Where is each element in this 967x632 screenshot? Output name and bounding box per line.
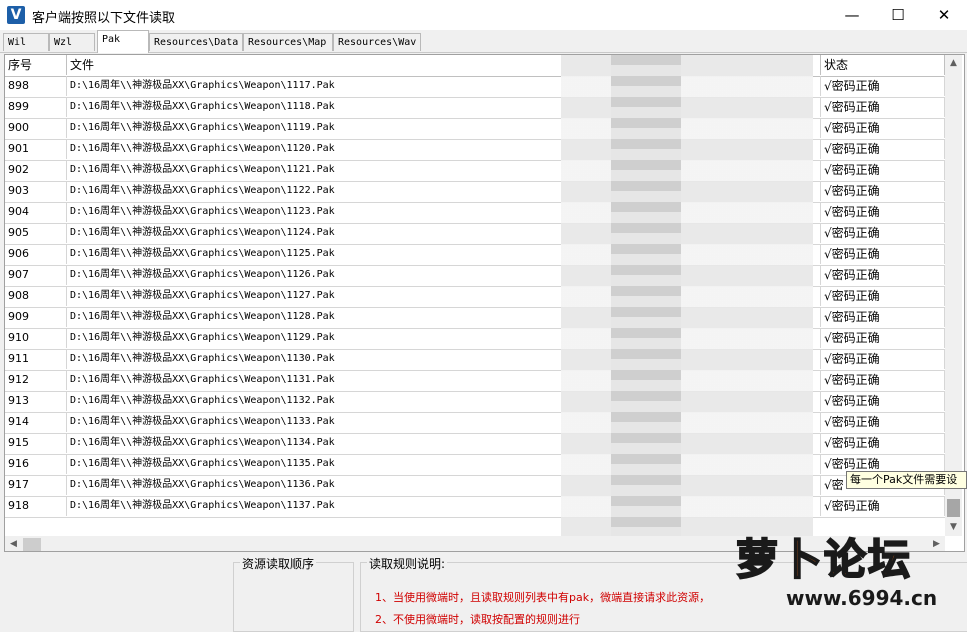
row-status: √密码正确 <box>821 328 945 348</box>
row-index: 907 <box>5 265 67 285</box>
row-status: √密码正确 <box>821 349 945 369</box>
row-status: √密码正确 <box>821 244 945 264</box>
row-status: √密码正确 <box>821 76 945 96</box>
row-index: 911 <box>5 349 67 369</box>
tab-pak[interactable]: Pak <box>97 30 149 53</box>
row-index: 918 <box>5 496 67 516</box>
watermark-text: 萝卜论坛 <box>735 534 913 585</box>
watermark-url: www.6994.cn <box>786 586 938 610</box>
row-index: 915 <box>5 433 67 453</box>
rule-text-1: 1、当使用微端时，且读取规则列表中有pak，微端直接请求此资源， <box>375 591 711 604</box>
rule-text-2: 2、不使用微端时，读取按配置的规则进行 <box>375 613 580 626</box>
row-index: 903 <box>5 181 67 201</box>
app-icon: V <box>7 6 25 24</box>
file-list-table[interactable]: 序号 文件 状态 898 D:\16周年\\神游极品XX\Graphics\Wea… <box>4 54 965 552</box>
tab-wil[interactable]: Wil <box>3 33 49 51</box>
window-title: 客户端按照以下文件读取 <box>32 11 176 26</box>
row-status: √密码正确 <box>821 307 945 327</box>
row-index: 899 <box>5 97 67 117</box>
row-status: √密码正确 <box>821 433 945 453</box>
close-button[interactable]: ✕ <box>921 0 967 30</box>
row-index: 906 <box>5 244 67 264</box>
minimize-button[interactable]: — <box>829 0 875 30</box>
row-index: 917 <box>5 475 67 495</box>
row-status: √密码正确 <box>821 370 945 390</box>
row-index: 910 <box>5 328 67 348</box>
row-index: 914 <box>5 412 67 432</box>
scroll-up-icon[interactable]: ▲ <box>945 55 962 72</box>
tab-resources-data[interactable]: Resources\Data <box>149 33 243 51</box>
read-rules-label: 读取规则说明: <box>367 555 448 572</box>
row-index: 913 <box>5 391 67 411</box>
row-index: 904 <box>5 202 67 222</box>
resource-order-label: 资源读取顺序 <box>240 555 317 572</box>
row-status: √密码正确 <box>821 160 945 180</box>
row-index: 909 <box>5 307 67 327</box>
watermark-logo: 萝卜论坛 www.6994.cn <box>730 520 967 623</box>
row-status: √密码正确 <box>821 118 945 138</box>
row-index: 908 <box>5 286 67 306</box>
resource-order-group: 资源读取顺序 <box>233 555 354 632</box>
row-status: √密码正确 <box>821 97 945 117</box>
redacted-area <box>561 55 813 551</box>
maximize-button[interactable]: ☐ <box>875 0 921 30</box>
row-index: 902 <box>5 160 67 180</box>
row-index: 912 <box>5 370 67 390</box>
tab-wzl[interactable]: Wzl <box>49 33 95 51</box>
row-status: √密码正确 <box>821 412 945 432</box>
row-index: 901 <box>5 139 67 159</box>
row-status: √密码正确 <box>821 139 945 159</box>
vertical-scroll-thumb[interactable] <box>947 499 960 517</box>
row-status: √密码正确 <box>821 181 945 201</box>
row-index: 900 <box>5 118 67 138</box>
tab-resources-wav[interactable]: Resources\Wav <box>333 33 421 51</box>
row-index: 905 <box>5 223 67 243</box>
row-status: √密码正确 <box>821 223 945 243</box>
row-index: 898 <box>5 76 67 96</box>
redacted-area-inner <box>611 55 681 551</box>
vertical-scrollbar[interactable]: ▲ ▼ <box>945 55 962 536</box>
row-status: √密码正确 <box>821 202 945 222</box>
tab-resources-map[interactable]: Resources\Map <box>243 33 333 51</box>
tab-strip: Wil Wzl Pak Resources\Data Resources\Map… <box>0 30 967 53</box>
row-status: √密码正确 <box>821 286 945 306</box>
row-index: 916 <box>5 454 67 474</box>
header-index[interactable]: 序号 <box>5 55 67 75</box>
header-status[interactable]: 状态 <box>821 55 945 75</box>
tooltip: 每一个Pak文件需要设 <box>846 471 967 489</box>
scroll-left-icon[interactable]: ◀ <box>5 536 22 551</box>
horizontal-scroll-thumb[interactable] <box>23 538 41 551</box>
row-status: √密码正确 <box>821 391 945 411</box>
title-bar: V 客户端按照以下文件读取 — ☐ ✕ <box>0 0 967 30</box>
row-status: √密码正确 <box>821 265 945 285</box>
row-status: √密码正确 <box>821 496 945 516</box>
